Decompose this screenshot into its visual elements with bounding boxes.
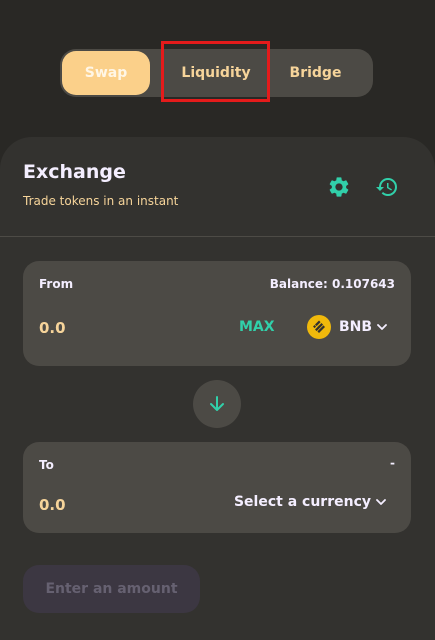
switch-direction-button[interactable] — [193, 380, 241, 428]
chevron-down-icon — [376, 499, 386, 505]
page-subtitle: Trade tokens in an instant — [23, 194, 179, 208]
page-title: Exchange — [23, 161, 126, 183]
to-amount-input[interactable]: 0.0 — [39, 496, 66, 514]
history-icon[interactable] — [375, 175, 399, 199]
from-panel: From Balance: 0.107643 0.0 MAX BNB — [23, 261, 411, 366]
to-panel: To - 0.0 Select a currency — [23, 442, 411, 533]
bnb-icon — [307, 315, 331, 339]
currency-select-label: Select a currency — [233, 494, 371, 510]
from-amount-input[interactable]: 0.0 — [39, 319, 66, 337]
to-label: To — [39, 458, 54, 472]
from-balance: Balance: 0.107643 — [269, 277, 395, 291]
settings-icon[interactable] — [327, 175, 351, 199]
to-balance: - — [390, 456, 395, 470]
exchange-card: Exchange Trade tokens in an instant From… — [0, 137, 435, 640]
from-token-select[interactable]: BNB — [307, 313, 388, 341]
chevron-down-icon — [377, 324, 387, 330]
max-button[interactable]: MAX — [239, 319, 275, 335]
to-currency-select[interactable]: Select a currency — [234, 494, 387, 510]
tab-switcher: Swap Liquidity Bridge — [60, 49, 373, 97]
tab-swap[interactable]: Swap — [62, 51, 150, 95]
tab-bridge[interactable]: Bridge — [268, 51, 363, 95]
arrow-down-icon — [210, 396, 224, 411]
tab-liquidity[interactable]: Liquidity — [164, 51, 268, 95]
from-token-name: BNB — [339, 319, 373, 335]
enter-amount-button[interactable]: Enter an amount — [23, 565, 200, 613]
from-label: From — [39, 277, 74, 291]
card-header: Exchange Trade tokens in an instant — [0, 137, 435, 237]
